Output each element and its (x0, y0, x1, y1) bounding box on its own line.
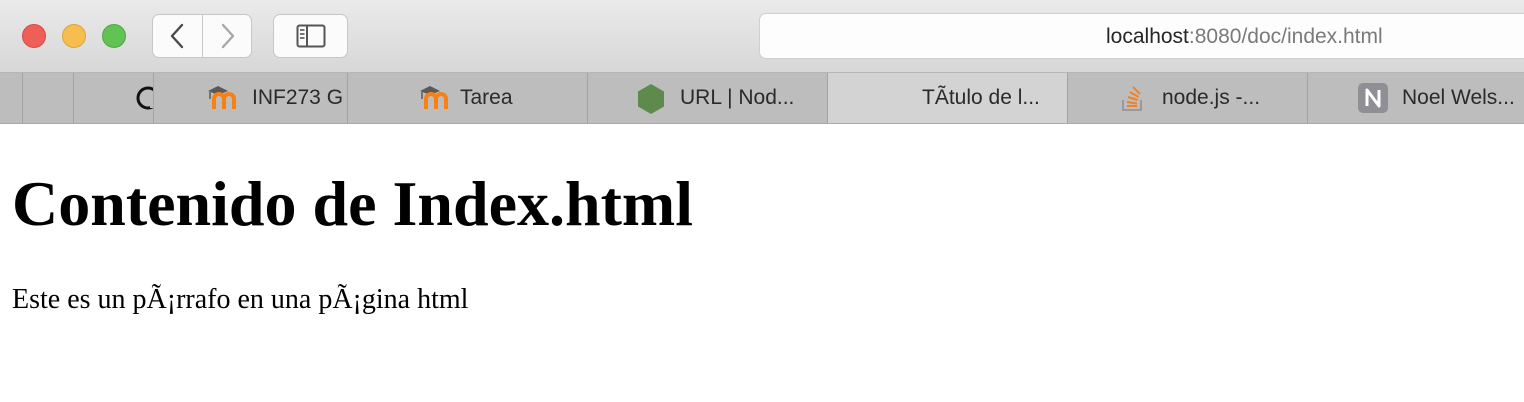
sidebar-icon (296, 24, 325, 48)
address-host: localhost (1106, 25, 1189, 48)
tab-inf273[interactable]: INF273 G (154, 73, 348, 123)
address-bar[interactable]: localhost:8080/doc/index.html (759, 13, 1524, 59)
close-window-button[interactable] (22, 24, 46, 48)
tab-label: URL | Nod... (680, 86, 795, 109)
forward-button[interactable] (202, 14, 252, 58)
tab-github[interactable] (74, 73, 154, 123)
tab-label: node.js -... (1162, 86, 1261, 109)
github-icon (136, 86, 153, 110)
moodle-icon (420, 86, 448, 109)
n-letter-icon (1358, 83, 1388, 113)
chevron-left-icon (170, 23, 183, 49)
tab-label: Tarea (460, 86, 513, 109)
tab-url-node[interactable]: URL | Nod... (588, 73, 828, 123)
page-heading: Contenido de Index.html (12, 168, 693, 239)
tab-tarea[interactable]: Tarea (348, 73, 588, 123)
browser-window: localhost:8080/doc/index.html INF273 G T… (0, 0, 1524, 402)
tab-label: INF273 G (252, 86, 344, 109)
navigation-buttons (152, 14, 255, 58)
address-url: localhost:8080/doc/index.html (1106, 25, 1383, 49)
address-path: :8080/doc/index.html (1188, 25, 1383, 48)
minimize-window-button[interactable] (62, 24, 86, 48)
browser-toolbar: localhost:8080/doc/index.html (0, 0, 1524, 73)
chevron-right-icon (221, 23, 235, 49)
nodejs-icon (638, 84, 664, 114)
tab-noel-welsh[interactable]: Noel Wels... (1308, 73, 1524, 123)
sidebar-toggle-button[interactable] (273, 14, 348, 58)
tab-stackoverflow[interactable]: node.js -... (1068, 73, 1308, 123)
back-button[interactable] (152, 14, 202, 58)
page-paragraph: Este es un pÃ¡rrafo en una pÃ¡gina html (12, 284, 469, 315)
stackoverflow-icon (1122, 86, 1142, 111)
tab-label: TÃtulo de l... (922, 86, 1040, 109)
tab-titulo[interactable]: TÃtulo de l... (828, 73, 1068, 123)
tab-bar: INF273 G Tarea URL | Nod... TÃtulo de l.… (0, 73, 1524, 124)
zoom-window-button[interactable] (102, 24, 126, 48)
tab-blank[interactable] (22, 73, 74, 123)
tab-label: Noel Wels... (1402, 86, 1515, 109)
page-content: Contenido de Index.html Este es un pÃ¡rr… (0, 124, 1524, 402)
moodle-icon (208, 86, 236, 109)
